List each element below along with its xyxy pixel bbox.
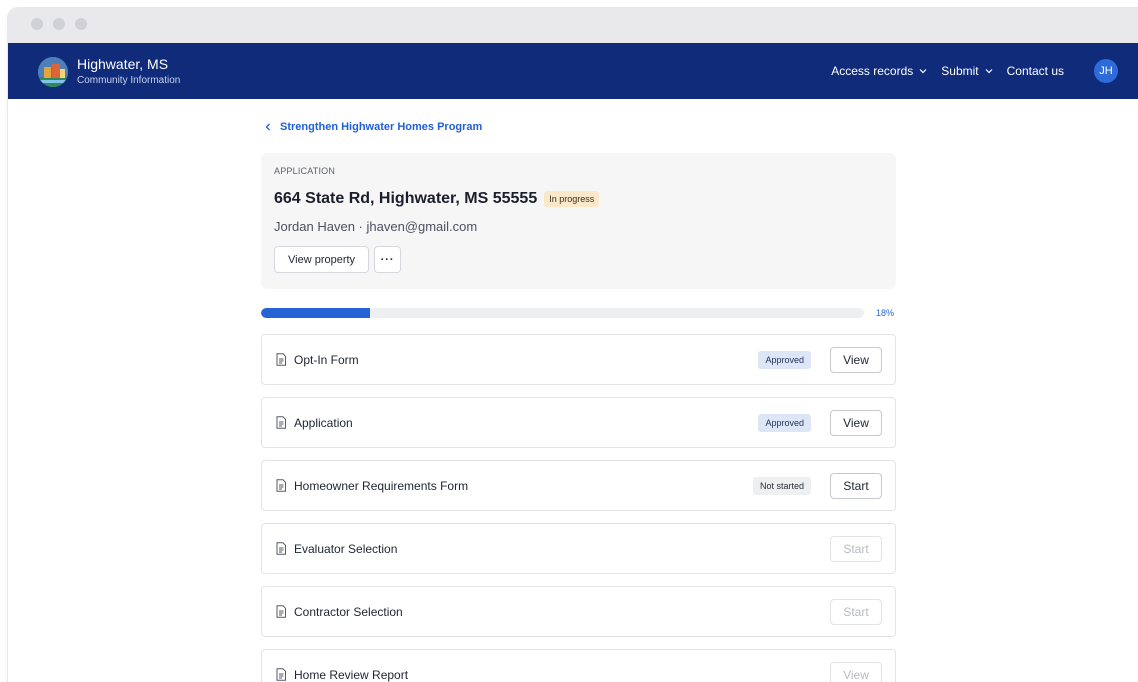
task-name: Homeowner Requirements Form <box>294 478 469 493</box>
task-view-button[interactable]: View <box>830 409 882 436</box>
address-row: 664 State Rd, Highwater, MS 55555 In pro… <box>274 190 883 208</box>
application-address: 664 State Rd, Highwater, MS 55555 <box>274 190 538 207</box>
document-icon <box>275 416 287 429</box>
app-title[interactable]: Highwater, MS <box>77 56 168 72</box>
task-status-badge: Not started <box>752 476 811 495</box>
document-icon <box>275 479 287 492</box>
main-content: Strengthen Highwater Homes Program APPLI… <box>261 99 896 682</box>
status-badge: In progress <box>544 191 600 207</box>
card-actions: View property ··· <box>274 246 883 273</box>
task-row: Contractor Selection Start <box>261 586 896 637</box>
chevron-down-icon <box>919 69 927 74</box>
progress-bar <box>261 308 864 318</box>
document-icon <box>275 668 287 681</box>
nav-access-records[interactable]: Access records <box>831 64 927 78</box>
task-status-badge: Approved <box>758 350 811 369</box>
nav-contact-us[interactable]: Contact us <box>1007 64 1064 78</box>
close-window-icon[interactable] <box>31 18 43 30</box>
window-titlebar <box>8 8 1138 43</box>
task-name: Contractor Selection <box>294 604 403 619</box>
task-name: Evaluator Selection <box>294 541 398 556</box>
task-row: Evaluator Selection Start <box>261 523 896 574</box>
minimize-window-icon[interactable] <box>53 18 65 30</box>
more-options-button[interactable]: ··· <box>374 246 402 273</box>
chevron-down-icon <box>985 69 993 74</box>
task-row: Homeowner Requirements Form Not started St… <box>261 460 896 511</box>
document-icon <box>275 542 287 555</box>
document-icon <box>275 353 287 366</box>
task-status-badge: Approved <box>758 413 811 432</box>
town-logo-icon[interactable] <box>38 57 68 87</box>
view-property-button[interactable]: View property <box>274 246 370 273</box>
nav-label: Access records <box>831 64 914 78</box>
app-subtitle: Community Information <box>77 75 181 86</box>
back-link-label: Strengthen Highwater Homes Program <box>280 121 483 133</box>
nav-label: Contact us <box>1006 64 1064 78</box>
task-list: Opt-In Form Approved View Application Approv… <box>261 334 896 682</box>
application-kicker: APPLICATION <box>274 166 336 176</box>
task-view-button[interactable]: View <box>830 661 882 682</box>
top-nav: Access records Submit Contact us JH <box>817 43 1118 99</box>
nav-label: Submit <box>941 64 979 78</box>
back-link[interactable]: Strengthen Highwater Homes Program <box>264 121 896 133</box>
chevron-left-icon <box>265 123 270 131</box>
progress-percent: 18% <box>876 308 895 318</box>
task-name: Opt-In Form <box>294 352 359 367</box>
task-name: Application <box>294 415 353 430</box>
applicant-contact: Jordan Haven · jhaven@gmail.com <box>274 219 478 234</box>
task-name: Home Review Report <box>294 667 409 682</box>
progress-bar-fill <box>261 308 370 318</box>
task-start-button[interactable]: Start <box>830 472 882 499</box>
maximize-window-icon[interactable] <box>75 18 87 30</box>
app-header: Highwater, MS Community Information Acce… <box>8 43 1138 99</box>
document-icon <box>275 605 287 618</box>
browser-window: Highwater, MS Community Information Acce… <box>8 8 1138 682</box>
progress-row: 18% <box>261 308 896 318</box>
nav-submit[interactable]: Submit <box>941 64 993 78</box>
task-row: Application Approved View <box>261 397 896 448</box>
task-start-button[interactable]: Start <box>830 598 882 625</box>
application-summary-card: APPLICATION 664 State Rd, Highwater, MS … <box>261 153 896 289</box>
task-view-button[interactable]: View <box>830 346 882 373</box>
task-row: Home Review Report View <box>261 649 896 682</box>
task-row: Opt-In Form Approved View <box>261 334 896 385</box>
task-start-button[interactable]: Start <box>830 535 882 562</box>
user-avatar[interactable]: JH <box>1094 59 1118 83</box>
